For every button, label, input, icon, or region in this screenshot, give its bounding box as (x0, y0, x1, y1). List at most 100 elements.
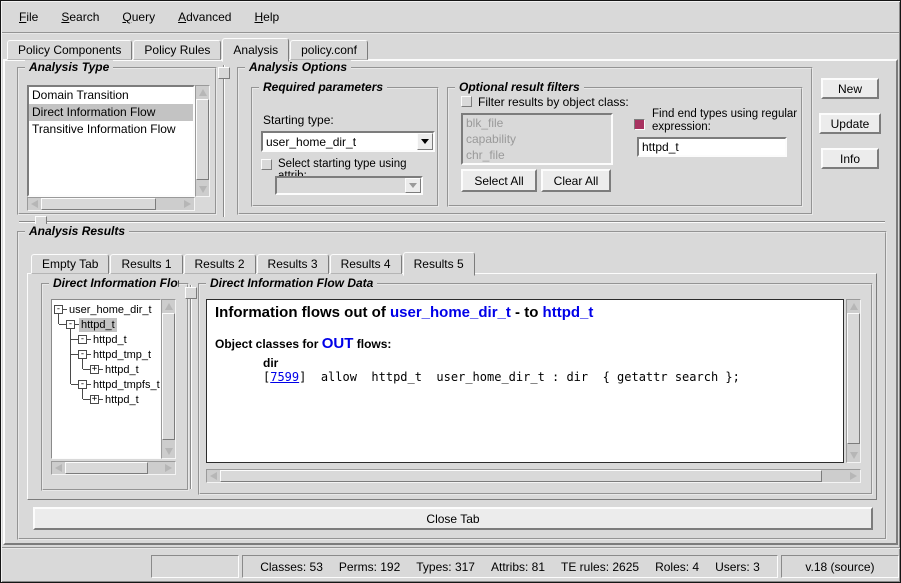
scroll-right-icon[interactable] (181, 198, 194, 210)
tab-empty[interactable]: Empty Tab (31, 254, 109, 274)
scroll-left-icon[interactable] (52, 462, 65, 474)
scroll-down-icon[interactable] (162, 445, 175, 458)
apol-window: File Search Query Advanced Help Policy C… (0, 0, 901, 583)
results-pane-sash[interactable] (19, 221, 885, 223)
scrollbar-thumb[interactable] (220, 470, 822, 482)
object-class-listbox-disabled: blk_file capability chr_file (461, 113, 613, 165)
tree-data-sash[interactable] (190, 285, 192, 489)
scroll-up-icon[interactable] (847, 300, 860, 313)
flow-data-textarea[interactable]: Information flows out of user_home_dir_t… (206, 299, 844, 463)
analysis-options-title: Analysis Options (245, 60, 351, 74)
object-class-item: blk_file (463, 115, 611, 131)
menu-query[interactable]: Query (113, 7, 164, 27)
tab-policy-components[interactable]: Policy Components (7, 40, 132, 60)
scroll-up-icon[interactable] (162, 300, 175, 313)
stat-types: Types: 317 (416, 560, 475, 574)
stat-perms: Perms: 192 (339, 560, 400, 574)
select-all-button[interactable]: Select All (461, 169, 537, 192)
regex-input[interactable] (639, 139, 785, 155)
flow-heading: Information flows out of user_home_dir_t… (215, 304, 835, 321)
tab-policy-rules[interactable]: Policy Rules (133, 40, 221, 60)
scroll-down-icon[interactable] (196, 183, 209, 196)
tab-results-3[interactable]: Results 3 (257, 254, 329, 274)
attrib-checkbox[interactable] (261, 159, 272, 170)
tree-expander-icon[interactable]: - (78, 350, 87, 359)
stat-roles: Roles: 4 (655, 560, 699, 574)
tab-policy-conf[interactable]: policy.conf (290, 40, 368, 60)
scroll-up-icon[interactable] (196, 86, 209, 99)
status-stats-segment: Classes: 53 Perms: 192 Types: 317 Attrib… (242, 555, 778, 578)
flow-data-title: Direct Information Flow Data (206, 276, 377, 290)
tree-expander-icon[interactable]: - (54, 305, 63, 314)
stat-classes: Classes: 53 (260, 560, 323, 574)
tree-node-httpd-t[interactable]: httpd_t (103, 363, 141, 377)
scroll-right-icon[interactable] (162, 462, 175, 474)
scroll-left-icon[interactable] (28, 198, 41, 210)
menu-advanced[interactable]: Advanced (169, 7, 240, 27)
object-class-item: chr_file (463, 147, 611, 163)
tree-node-httpd-t[interactable]: httpd_t (91, 333, 129, 347)
menu-help[interactable]: Help (245, 7, 288, 27)
regex-checkbox[interactable] (634, 119, 645, 130)
tree-expander-icon[interactable]: + (90, 365, 99, 374)
scrollbar-thumb[interactable] (847, 313, 860, 444)
tree-node-httpd-t[interactable]: httpd_t (79, 318, 117, 332)
tree-node-httpd-tmp-t[interactable]: httpd_tmp_t (91, 348, 153, 362)
top-pane-sash[interactable] (223, 65, 225, 217)
rule-number-link[interactable]: 7599 (270, 370, 299, 384)
flow-data-group: Direct Information Flow Data Information… (198, 283, 873, 495)
flow-subheading: Object classes for OUT flows: (215, 335, 835, 352)
analysis-type-item-transitive-information-flow[interactable]: Transitive Information Flow (29, 121, 193, 138)
tree-node-user-home-dir-t[interactable]: user_home_dir_t (67, 303, 154, 317)
combobox-dropdown-button[interactable] (417, 133, 433, 150)
info-button[interactable]: Info (821, 148, 879, 169)
tree-data-sash-handle[interactable] (185, 287, 197, 299)
starting-type-input[interactable] (263, 133, 417, 150)
menu-search[interactable]: Search (52, 7, 108, 27)
close-tab-button[interactable]: Close Tab (33, 507, 873, 530)
scrollbar-thumb[interactable] (41, 198, 156, 210)
tree-expander-icon[interactable]: - (78, 380, 87, 389)
tab-results-4[interactable]: Results 4 (330, 254, 402, 274)
tree-node-httpd-tmpfs-t[interactable]: httpd_tmpfs_t (91, 378, 161, 392)
scrollbar-thumb[interactable] (162, 313, 175, 440)
tree-vertical-scrollbar[interactable] (161, 299, 176, 459)
analysis-type-vertical-scrollbar[interactable] (195, 85, 210, 197)
tree-expander-icon[interactable]: - (78, 335, 87, 344)
status-empty-segment (151, 555, 239, 578)
filter-by-class-checkbox[interactable] (461, 96, 472, 107)
top-pane-sash-handle[interactable] (218, 67, 230, 79)
tree-row: - httpd_tmp_t (52, 347, 153, 362)
menubar: File Search Query Advanced Help (2, 2, 899, 34)
data-vertical-scrollbar[interactable] (846, 299, 861, 463)
tree-horizontal-scrollbar[interactable] (51, 461, 176, 475)
analysis-type-group: Analysis Type Domain Transition Direct I… (17, 67, 217, 215)
analysis-type-item-domain-transition[interactable]: Domain Transition (29, 87, 193, 104)
tree-row: + httpd_t (52, 392, 141, 407)
tree-node-httpd-t[interactable]: httpd_t (103, 393, 141, 407)
status-version-segment: v.18 (source) (781, 555, 899, 578)
tab-results-5[interactable]: Results 5 (403, 252, 475, 276)
data-horizontal-scrollbar[interactable] (206, 469, 861, 483)
analysis-type-horizontal-scrollbar[interactable] (27, 197, 195, 211)
scroll-left-icon[interactable] (207, 470, 220, 482)
tree-row: - user_home_dir_t (52, 302, 154, 317)
policy-version: v.18 (source) (805, 560, 874, 574)
tab-analysis[interactable]: Analysis (222, 38, 289, 62)
tree-row: - httpd_t (52, 332, 129, 347)
tab-results-2[interactable]: Results 2 (184, 254, 256, 274)
clear-all-button[interactable]: Clear All (541, 169, 611, 192)
chevron-down-icon (421, 139, 429, 144)
tree-expander-icon[interactable]: - (66, 320, 75, 329)
tab-results-1[interactable]: Results 1 (110, 254, 182, 274)
menu-file[interactable]: File (10, 7, 47, 27)
update-button[interactable]: Update (819, 113, 881, 134)
scrollbar-thumb[interactable] (196, 99, 209, 180)
analysis-type-item-direct-information-flow[interactable]: Direct Information Flow (29, 104, 193, 121)
scrollbar-thumb[interactable] (65, 462, 148, 474)
scroll-down-icon[interactable] (847, 449, 860, 462)
scroll-right-icon[interactable] (847, 470, 860, 482)
new-button[interactable]: New (821, 78, 879, 99)
filter-by-class-label: Filter results by object class: (478, 95, 629, 109)
tree-expander-icon[interactable]: + (90, 395, 99, 404)
